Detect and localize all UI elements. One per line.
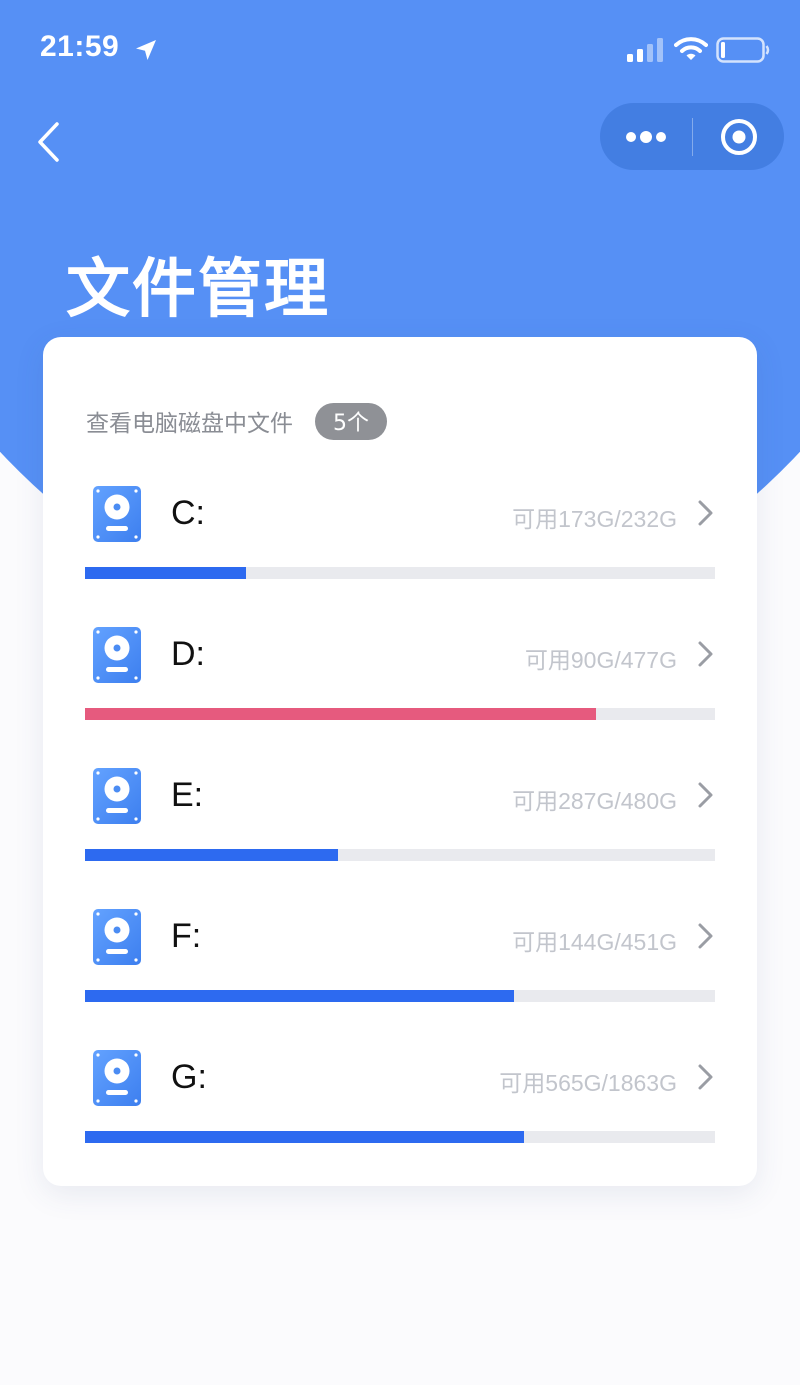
disk-usage-bar-fill [85, 849, 339, 861]
disk-item-g[interactable]: G: 可用565G/1863G [43, 1046, 757, 1187]
disk-list: C: 可用173G/232G D: 可用90G/477G E: 可用287G/4… [43, 482, 757, 1187]
disk-name: D: [171, 635, 205, 673]
chevron-right-icon [698, 782, 713, 808]
disk-name: G: [171, 1058, 207, 1096]
card-header: 查看电脑磁盘中文件 5个 [86, 401, 387, 441]
disk-usage: 可用90G/477G [524, 647, 677, 673]
battery-icon [716, 37, 770, 63]
page-title: 文件管理 [66, 253, 330, 327]
cellular-signal-icon [627, 38, 663, 62]
chevron-right-icon [698, 923, 713, 949]
status-time: 21:59 [40, 30, 120, 63]
status-bar: 21:59 [0, 0, 800, 96]
hard-disk-icon [93, 1050, 141, 1106]
disk-usage-bar [85, 567, 715, 579]
chevron-right-icon [698, 1064, 713, 1090]
disk-usage-bar-fill [85, 990, 515, 1002]
disk-usage-bar-fill [85, 1131, 525, 1143]
disk-usage-bar [85, 1131, 715, 1143]
disk-usage-bar [85, 849, 715, 861]
hard-disk-icon [93, 909, 141, 965]
disk-usage-bar [85, 990, 715, 1002]
chevron-right-icon [698, 500, 713, 526]
disk-usage-bar-fill [85, 567, 246, 579]
chevron-right-icon [698, 641, 713, 667]
disk-name: F: [171, 917, 202, 955]
disk-usage: 可用144G/451G [512, 929, 677, 955]
hard-disk-icon [93, 768, 141, 824]
location-arrow-icon [136, 40, 156, 60]
wifi-icon [674, 37, 708, 60]
disk-usage: 可用565G/1863G [499, 1070, 677, 1096]
disk-card: 查看电脑磁盘中文件 5个 C: 可用173G/232G D: 可用90G/477… [43, 337, 757, 1186]
disk-item-d[interactable]: D: 可用90G/477G [43, 623, 757, 764]
disk-item-f[interactable]: F: 可用144G/451G [43, 905, 757, 1046]
disk-item-e[interactable]: E: 可用287G/480G [43, 764, 757, 905]
close-button[interactable] [693, 103, 784, 170]
count-badge: 5个 [315, 402, 387, 440]
disk-name: E: [171, 776, 204, 814]
more-button[interactable] [600, 103, 692, 170]
back-button[interactable] [28, 118, 68, 166]
disk-usage: 可用287G/480G [512, 788, 677, 814]
disk-usage: 可用173G/232G [512, 506, 677, 532]
disk-usage-bar-fill [85, 708, 596, 720]
target-close-icon [720, 118, 757, 155]
hard-disk-icon [93, 627, 141, 683]
disk-name: C: [171, 494, 205, 532]
mini-program-capsule [600, 103, 784, 170]
hard-disk-icon [93, 486, 141, 542]
disk-item-c[interactable]: C: 可用173G/232G [43, 482, 757, 623]
chevron-left-icon [38, 122, 59, 162]
card-subtitle: 查看电脑磁盘中文件 [86, 411, 293, 437]
more-dots-icon [626, 130, 666, 143]
disk-usage-bar [85, 708, 715, 720]
